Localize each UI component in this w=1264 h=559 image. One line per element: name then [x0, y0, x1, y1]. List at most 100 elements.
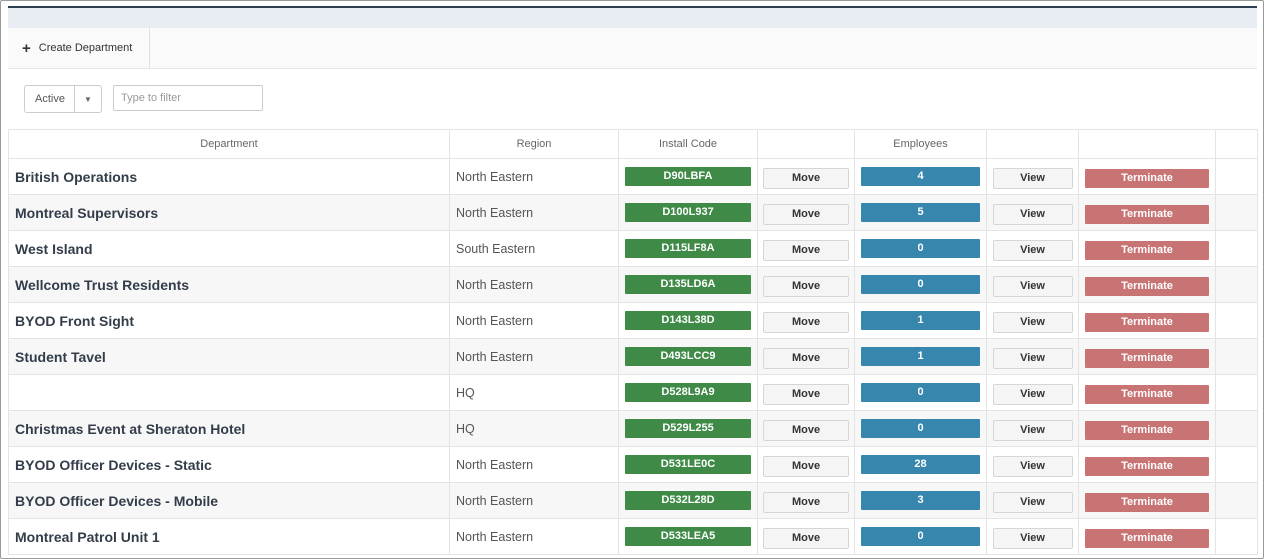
employees-count-badge[interactable]: 1	[861, 311, 980, 330]
view-button[interactable]: View	[992, 167, 1073, 189]
employees-count-badge[interactable]: 0	[861, 527, 980, 546]
toolbar: + Create Department	[8, 28, 1257, 69]
employees-count-badge[interactable]: 5	[861, 203, 980, 222]
install-code-badge: D115LF8A	[625, 239, 751, 258]
terminate-cell: Terminate	[1078, 410, 1216, 447]
move-button[interactable]: Move	[763, 527, 849, 549]
employees-count-badge[interactable]: 1	[861, 347, 980, 366]
terminate-button[interactable]: Terminate	[1085, 528, 1209, 548]
view-cell: View	[986, 266, 1079, 303]
install-code-badge: D528L9A9	[625, 383, 751, 402]
view-button[interactable]: View	[992, 203, 1073, 225]
view-button[interactable]: View	[992, 311, 1073, 333]
table-row: Montreal Supervisors North Eastern D100L…	[8, 194, 1258, 231]
terminate-button[interactable]: Terminate	[1085, 492, 1209, 512]
department-name: Montreal Patrol Unit 1	[8, 518, 450, 555]
terminate-button[interactable]: Terminate	[1085, 312, 1209, 332]
filter-input[interactable]	[113, 85, 263, 111]
move-button[interactable]: Move	[763, 167, 849, 189]
table-row: West Island South Eastern D115LF8A Move …	[8, 230, 1258, 267]
employees-cell: 5	[854, 194, 987, 231]
employees-cell: 0	[854, 374, 987, 411]
install-code-cell: D90LBFA	[618, 158, 758, 195]
move-button[interactable]: Move	[763, 383, 849, 405]
status-dropdown[interactable]: Active ▼	[24, 85, 102, 113]
header-view	[986, 129, 1079, 159]
terminate-button[interactable]: Terminate	[1085, 240, 1209, 260]
header-department[interactable]: Department	[8, 129, 450, 159]
install-code-badge: D529L255	[625, 419, 751, 438]
create-department-button[interactable]: + Create Department	[8, 28, 150, 68]
terminate-button[interactable]: Terminate	[1085, 456, 1209, 476]
terminate-button[interactable]: Terminate	[1085, 348, 1209, 368]
move-button[interactable]: Move	[763, 455, 849, 477]
employees-cell: 3	[854, 482, 987, 519]
department-name: British Operations	[8, 158, 450, 195]
employees-count-badge[interactable]: 4	[861, 167, 980, 186]
move-button[interactable]: Move	[763, 203, 849, 225]
extra-cell	[1215, 482, 1258, 519]
view-button[interactable]: View	[992, 455, 1073, 477]
view-button[interactable]: View	[992, 527, 1073, 549]
employees-count-badge[interactable]: 28	[861, 455, 980, 474]
view-button[interactable]: View	[992, 491, 1073, 513]
plus-icon: +	[22, 39, 31, 57]
table-row: Christmas Event at Sheraton Hotel HQ D52…	[8, 410, 1258, 447]
terminate-button[interactable]: Terminate	[1085, 204, 1209, 224]
employees-cell: 28	[854, 446, 987, 483]
terminate-cell: Terminate	[1078, 338, 1216, 375]
employees-count-badge[interactable]: 0	[861, 239, 980, 258]
header-employees[interactable]: Employees	[854, 129, 987, 159]
install-code-cell: D135LD6A	[618, 266, 758, 303]
terminate-button[interactable]: Terminate	[1085, 384, 1209, 404]
view-cell: View	[986, 374, 1079, 411]
move-button[interactable]: Move	[763, 275, 849, 297]
view-button[interactable]: View	[992, 383, 1073, 405]
chevron-down-icon[interactable]: ▼	[75, 86, 101, 112]
install-code-badge: D493LCC9	[625, 347, 751, 366]
install-code-cell: D115LF8A	[618, 230, 758, 267]
view-button[interactable]: View	[992, 419, 1073, 441]
department-name: BYOD Officer Devices - Mobile	[8, 482, 450, 519]
employees-count-badge[interactable]: 0	[861, 275, 980, 294]
header-region[interactable]: Region	[449, 129, 619, 159]
move-cell: Move	[757, 158, 855, 195]
move-button[interactable]: Move	[763, 347, 849, 369]
move-button[interactable]: Move	[763, 491, 849, 513]
view-button[interactable]: View	[992, 239, 1073, 261]
view-cell: View	[986, 446, 1079, 483]
header-install-code[interactable]: Install Code	[618, 129, 758, 159]
terminate-button[interactable]: Terminate	[1085, 168, 1209, 188]
table-row: BYOD Officer Devices - Static North East…	[8, 446, 1258, 483]
move-cell: Move	[757, 338, 855, 375]
departments-table-wrapper: Department Region Install Code Employees…	[8, 129, 1258, 555]
install-code-cell: D143L38D	[618, 302, 758, 339]
terminate-button[interactable]: Terminate	[1085, 420, 1209, 440]
table-row: BYOD Officer Devices - Mobile North East…	[8, 482, 1258, 519]
table-row: BYOD Front Sight North Eastern D143L38D …	[8, 302, 1258, 339]
move-button[interactable]: Move	[763, 239, 849, 261]
terminate-cell: Terminate	[1078, 374, 1216, 411]
view-cell: View	[986, 482, 1079, 519]
view-button[interactable]: View	[992, 275, 1073, 297]
terminate-button[interactable]: Terminate	[1085, 276, 1209, 296]
terminate-cell: Terminate	[1078, 266, 1216, 303]
extra-cell	[1215, 338, 1258, 375]
employees-count-badge[interactable]: 0	[861, 419, 980, 438]
employees-cell: 0	[854, 230, 987, 267]
table-row: British Operations North Eastern D90LBFA…	[8, 158, 1258, 195]
install-code-cell: D529L255	[618, 410, 758, 447]
employees-count-badge[interactable]: 3	[861, 491, 980, 510]
employees-cell: 4	[854, 158, 987, 195]
extra-cell	[1215, 374, 1258, 411]
move-cell: Move	[757, 302, 855, 339]
view-button[interactable]: View	[992, 347, 1073, 369]
region-cell: North Eastern	[449, 338, 619, 375]
employees-count-badge[interactable]: 0	[861, 383, 980, 402]
employees-cell: 0	[854, 410, 987, 447]
employees-cell: 1	[854, 302, 987, 339]
move-cell: Move	[757, 446, 855, 483]
move-button[interactable]: Move	[763, 311, 849, 333]
region-cell: HQ	[449, 374, 619, 411]
move-button[interactable]: Move	[763, 419, 849, 441]
